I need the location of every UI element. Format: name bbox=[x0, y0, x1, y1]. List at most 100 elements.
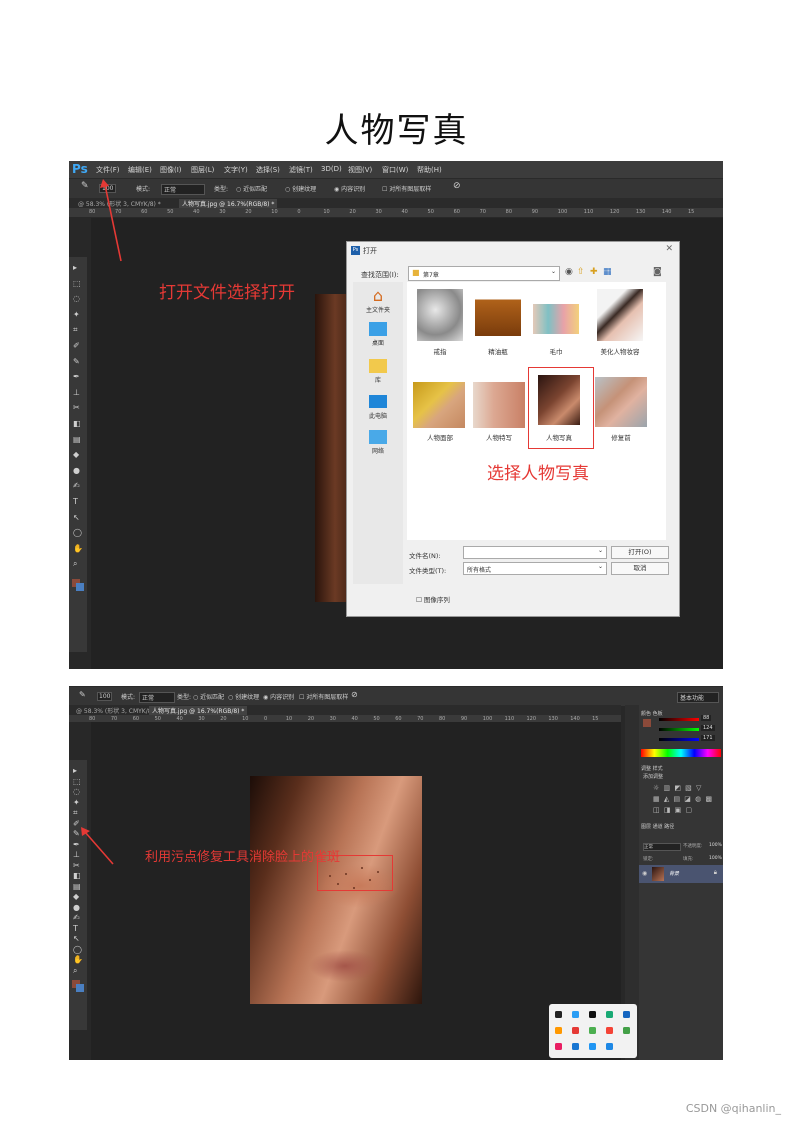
background-color-swatch[interactable] bbox=[76, 583, 84, 591]
brush-size[interactable]: 100 bbox=[97, 692, 113, 701]
file-thumb-makeup[interactable] bbox=[597, 289, 643, 341]
type-tool-icon[interactable]: T bbox=[73, 924, 83, 934]
zoom-tool-icon[interactable]: ⌕ bbox=[73, 966, 83, 976]
file-thumb-ring[interactable] bbox=[417, 289, 463, 341]
layer-row-background[interactable]: ◉ 背景 🔒︎ bbox=[639, 865, 723, 883]
path-select-tool-icon[interactable]: ↖ bbox=[73, 513, 83, 523]
tray-app-icon[interactable] bbox=[623, 1027, 630, 1034]
tray-app-icon[interactable] bbox=[589, 1011, 596, 1018]
place-this-pc[interactable]: 此电脑 bbox=[353, 395, 403, 420]
tray-app-icon[interactable] bbox=[555, 1043, 562, 1050]
tab-paths[interactable]: 路径 bbox=[664, 824, 674, 830]
mode-select[interactable]: 正常 bbox=[161, 184, 205, 195]
path-select-tool-icon[interactable]: ↖ bbox=[73, 934, 83, 944]
menu-select[interactable]: 选择(S) bbox=[256, 165, 280, 175]
place-library[interactable]: 库 bbox=[353, 359, 403, 384]
workspace-select[interactable]: 基本功能 bbox=[677, 692, 719, 703]
tray-app-icon[interactable] bbox=[606, 1027, 613, 1034]
brush-tool-icon[interactable]: ✒ bbox=[73, 372, 83, 382]
type-proximity-radio[interactable]: ○ 近似匹配 bbox=[236, 184, 267, 193]
marquee-tool-icon[interactable]: ⬚ bbox=[73, 777, 83, 787]
menu-type[interactable]: 文字(Y) bbox=[224, 165, 248, 175]
tray-app-icon[interactable] bbox=[589, 1027, 596, 1034]
pen-tool-icon[interactable]: ✍ bbox=[73, 913, 83, 923]
file-thumb-before-repair[interactable] bbox=[595, 377, 647, 427]
magic-wand-tool-icon[interactable]: ✦ bbox=[73, 798, 83, 808]
menu-3d[interactable]: 3D(D) bbox=[321, 165, 342, 173]
dodge-tool-icon[interactable]: ● bbox=[73, 903, 83, 913]
eraser-tool-icon[interactable]: ◧ bbox=[73, 419, 83, 429]
stamp-tool-icon[interactable]: ⊥ bbox=[73, 388, 83, 398]
tray-app-icon[interactable] bbox=[572, 1011, 579, 1018]
color-spectrum[interactable] bbox=[641, 749, 721, 757]
file-thumb-closeup[interactable] bbox=[473, 382, 525, 428]
menu-window[interactable]: 窗口(W) bbox=[382, 165, 408, 175]
open-button[interactable]: 打开(O) bbox=[611, 546, 669, 559]
magic-wand-tool-icon[interactable]: ✦ bbox=[73, 310, 83, 320]
green-value[interactable]: 124 bbox=[701, 725, 715, 731]
tray-app-icon[interactable] bbox=[555, 1027, 562, 1034]
tab-channels[interactable]: 通道 bbox=[653, 824, 663, 830]
move-tool-icon[interactable]: ▸ bbox=[73, 766, 83, 776]
lasso-tool-icon[interactable]: ◌ bbox=[73, 294, 83, 304]
move-tool-icon[interactable]: ▸ bbox=[73, 263, 83, 273]
dodge-tool-icon[interactable]: ● bbox=[73, 466, 83, 476]
back-icon[interactable]: ◉ bbox=[565, 267, 573, 277]
preview-icon[interactable]: ◙ bbox=[653, 267, 662, 277]
blue-value[interactable]: 171 bbox=[701, 735, 715, 741]
tab-layers[interactable]: 图层 bbox=[641, 824, 651, 830]
tab-color[interactable]: 颜色 bbox=[641, 711, 651, 717]
eraser-tool-icon[interactable]: ◧ bbox=[73, 871, 83, 881]
gradient-tool-icon[interactable]: ▤ bbox=[73, 882, 83, 892]
tray-app-icon[interactable] bbox=[555, 1011, 562, 1018]
spot-healing-brush-icon[interactable]: ✎ bbox=[79, 690, 86, 699]
image-sequence-checkbox[interactable]: ☐ 图像序列 bbox=[416, 594, 450, 604]
layer-name[interactable]: 背景 bbox=[669, 870, 679, 877]
up-folder-icon[interactable]: ⇧ bbox=[577, 267, 585, 277]
view-menu-icon[interactable]: ▦ bbox=[603, 267, 612, 277]
marquee-tool-icon[interactable]: ⬚ bbox=[73, 279, 83, 289]
menu-view[interactable]: 视图(V) bbox=[348, 165, 372, 175]
file-thumb-oil-bottle[interactable] bbox=[475, 289, 521, 341]
filetype-select[interactable]: 所有格式 ⌄ bbox=[463, 562, 607, 575]
history-brush-tool-icon[interactable]: ✂ bbox=[73, 403, 83, 413]
file-thumb-portrait[interactable] bbox=[538, 375, 580, 425]
type-content-aware-radio[interactable]: ◉ 内容识别 bbox=[263, 692, 294, 701]
type-tool-icon[interactable]: T bbox=[73, 497, 83, 507]
crop-tool-icon[interactable]: ⌗ bbox=[73, 808, 83, 818]
type-proximity-radio[interactable]: ○ 近似匹配 bbox=[193, 692, 224, 701]
cancel-button[interactable]: 取消 bbox=[611, 562, 669, 575]
zoom-tool-icon[interactable]: ⌕ bbox=[73, 559, 83, 569]
tray-app-icon[interactable] bbox=[623, 1011, 630, 1018]
spot-healing-brush-icon[interactable]: ✎ bbox=[81, 181, 89, 191]
filename-input[interactable]: ⌄ bbox=[463, 546, 607, 559]
blue-slider[interactable] bbox=[659, 738, 699, 741]
green-slider[interactable] bbox=[659, 728, 699, 731]
file-thumb-towel[interactable] bbox=[533, 304, 579, 334]
tray-app-icon[interactable] bbox=[606, 1043, 613, 1050]
menu-layer[interactable]: 图层(L) bbox=[191, 165, 214, 175]
blur-tool-icon[interactable]: ◆ bbox=[73, 450, 83, 460]
tray-app-icon[interactable] bbox=[589, 1043, 596, 1050]
type-content-aware-radio[interactable]: ◉ 内容识别 bbox=[334, 184, 365, 193]
look-in-select[interactable]: ■ 第7章 ⌄ bbox=[408, 266, 560, 281]
place-desktop[interactable]: 桌面 bbox=[353, 322, 403, 347]
pressure-icon[interactable]: ⊘ bbox=[453, 181, 461, 191]
blur-tool-icon[interactable]: ◆ bbox=[73, 892, 83, 902]
tab-adjustments[interactable]: 调整 bbox=[641, 766, 651, 772]
gradient-tool-icon[interactable]: ▤ bbox=[73, 435, 83, 445]
spot-healing-tool-icon[interactable]: ✎ bbox=[73, 357, 83, 367]
tab-document-2[interactable]: 人物写真.jpg @ 16.7%(RGB/8) * bbox=[149, 706, 248, 715]
hand-tool-icon[interactable]: ✋ bbox=[73, 955, 83, 965]
foreground-swatch[interactable] bbox=[643, 719, 651, 727]
tray-app-icon[interactable] bbox=[606, 1011, 613, 1018]
blend-mode-select[interactable]: 正常 bbox=[643, 843, 681, 851]
pen-tool-icon[interactable]: ✍ bbox=[73, 481, 83, 491]
menu-filter[interactable]: 滤镜(T) bbox=[289, 165, 313, 175]
menu-image[interactable]: 图像(I) bbox=[160, 165, 182, 175]
fill-value[interactable]: 100% bbox=[709, 856, 722, 861]
tray-app-icon[interactable] bbox=[572, 1043, 579, 1050]
background-color-swatch[interactable] bbox=[76, 984, 84, 992]
tab-document-2[interactable]: 人物写真.jpg @ 16.7%(RGB/8) * bbox=[179, 199, 278, 208]
menu-edit[interactable]: 编辑(E) bbox=[128, 165, 152, 175]
